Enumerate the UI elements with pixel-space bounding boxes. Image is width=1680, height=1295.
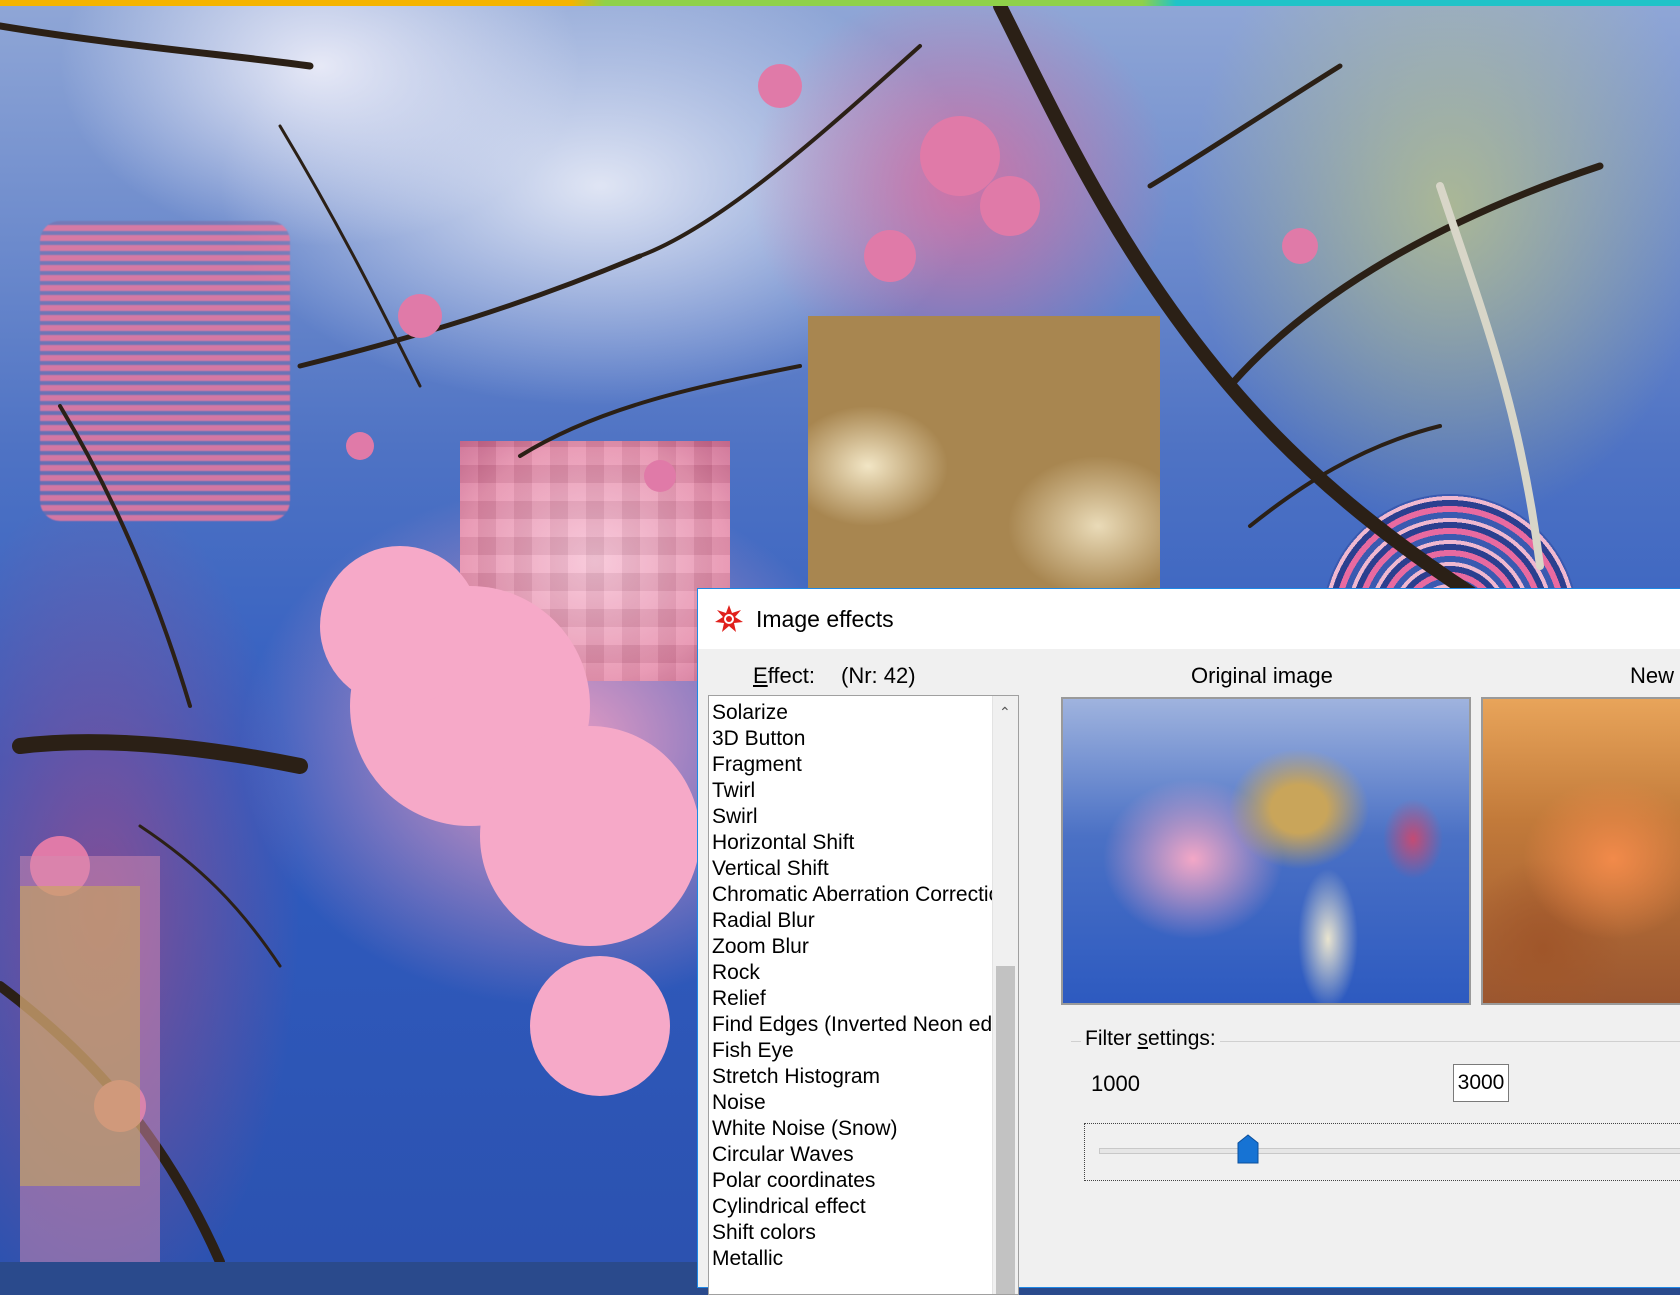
dialog-client-area: Effect: (Nr: 42) Original image New Sola… bbox=[698, 649, 1680, 1295]
effects-list-items: Solarize 3D Button Fragment Twirl Swirl Horiz… bbox=[709, 700, 999, 1272]
effect-list-item[interactable]: Noise bbox=[709, 1090, 999, 1116]
effects-list-scrollbar[interactable]: ⌃ bbox=[992, 696, 1018, 1294]
filter-settings-legend: Filter settings: bbox=[1081, 1027, 1220, 1051]
scrollbar-thumb[interactable] bbox=[996, 966, 1015, 1294]
effect-list-item[interactable]: Circular Waves bbox=[709, 1142, 999, 1168]
effect-list-item[interactable]: Stretch Histogram bbox=[709, 1064, 999, 1090]
original-image-preview bbox=[1061, 697, 1471, 1005]
filter-min-value: 1000 bbox=[1091, 1071, 1140, 1096]
new-image-label: New bbox=[1630, 663, 1675, 688]
original-image-label: Original image bbox=[1191, 663, 1333, 688]
effect-list-item[interactable]: Solarize bbox=[709, 700, 999, 726]
effect-list-item[interactable]: Fragment bbox=[709, 752, 999, 778]
filter-slider[interactable] bbox=[1084, 1123, 1680, 1181]
image-effects-dialog: Image effects Effect: (Nr: 42) Original … bbox=[697, 588, 1680, 1295]
top-gradient-stripe bbox=[0, 0, 1680, 6]
slider-thumb[interactable] bbox=[1237, 1134, 1259, 1164]
effect-list-item[interactable]: Zoom Blur bbox=[709, 934, 999, 960]
effect-list-item[interactable]: Find Edges (Inverted Neon edge bbox=[709, 1012, 999, 1038]
new-image-preview bbox=[1481, 697, 1680, 1005]
filter-settings-group: Filter settings: 1000 3000 bbox=[1071, 1021, 1680, 1221]
effect-list-item[interactable]: Cylindrical effect bbox=[709, 1194, 999, 1220]
effect-list-item[interactable]: Horizontal Shift bbox=[709, 830, 999, 856]
effect-list-item[interactable]: Vertical Shift bbox=[709, 856, 999, 882]
dialog-title: Image effects bbox=[756, 605, 894, 632]
effect-list-item[interactable]: Shift colors bbox=[709, 1220, 999, 1246]
effect-list-item[interactable]: Rock bbox=[709, 960, 999, 986]
effect-list-item[interactable]: Polar coordinates bbox=[709, 1168, 999, 1194]
slider-track[interactable] bbox=[1099, 1148, 1680, 1154]
scroll-up-icon[interactable]: ⌃ bbox=[999, 704, 1011, 721]
filter-legend-prefix: Filter bbox=[1085, 1027, 1138, 1050]
effect-list-item[interactable]: Chromatic Aberration Correction bbox=[709, 882, 999, 908]
filter-current-value-field[interactable]: 3000 bbox=[1453, 1064, 1509, 1102]
effects-listbox[interactable]: Solarize 3D Button Fragment Twirl Swirl Horiz… bbox=[708, 695, 1019, 1295]
effect-list-item[interactable]: Metallic bbox=[709, 1246, 999, 1272]
filter-legend-accel: s bbox=[1137, 1027, 1149, 1050]
effect-list-item[interactable]: Twirl bbox=[709, 778, 999, 804]
effect-label-rest: ffect: bbox=[767, 663, 815, 688]
dialog-titlebar[interactable]: Image effects bbox=[698, 589, 1680, 649]
effect-list-item[interactable]: Radial Blur bbox=[709, 908, 999, 934]
effect-list-item[interactable]: White Noise (Snow) bbox=[709, 1116, 999, 1142]
effect-number: (Nr: 42) bbox=[841, 663, 916, 688]
effect-list-item[interactable]: Relief bbox=[709, 986, 999, 1012]
effect-list-item[interactable]: 3D Button bbox=[709, 726, 999, 752]
image-effects-app-icon bbox=[715, 605, 743, 632]
effect-list-item[interactable]: Fish Eye bbox=[709, 1038, 999, 1064]
effect-label: Effect: bbox=[753, 663, 815, 689]
effect-label-accel: E bbox=[753, 663, 768, 688]
filter-legend-rest: ettings: bbox=[1148, 1027, 1216, 1050]
effect-list-item[interactable]: Swirl bbox=[709, 804, 999, 830]
